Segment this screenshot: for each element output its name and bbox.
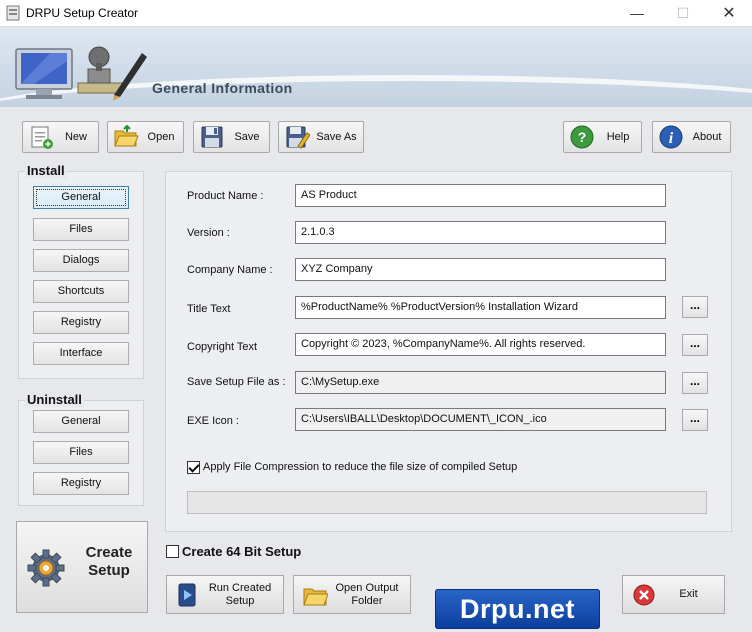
copyright-text-browse-button[interactable]: ... [682, 334, 708, 356]
create-setup-button[interactable]: Create Setup [16, 521, 148, 613]
uninstall-general-button[interactable]: General [33, 410, 129, 433]
help-button-label: Help [606, 131, 630, 143]
create-64bit-label: Create 64 Bit Setup [182, 544, 302, 559]
run-line2: Setup [225, 594, 255, 607]
copyright-text-label: Copyright Text [187, 341, 258, 353]
about-button[interactable]: i About [652, 121, 731, 153]
open-button-label: Open [147, 131, 175, 143]
info-icon: i [659, 125, 683, 149]
save-setup-file-label: Save Setup File as : [187, 376, 286, 388]
about-button-label: About [692, 131, 722, 143]
save-setup-file-browse-button[interactable]: ... [682, 372, 708, 394]
product-name-field[interactable]: AS Product [295, 184, 666, 207]
general-information-form: Product Name : AS Product Version : 2.1.… [165, 171, 732, 532]
help-button[interactable]: ? Help [563, 121, 642, 153]
close-button[interactable]: ✕ [706, 0, 752, 27]
save-as-button[interactable]: Save As [278, 121, 364, 153]
header-banner: General Information [0, 27, 752, 107]
help-question-icon: ? [570, 125, 594, 149]
exit-icon [633, 584, 655, 605]
main-area: New Open Save Save As ? Help i About Gen… [0, 107, 752, 632]
uninstall-registry-button[interactable]: Registry [33, 472, 129, 495]
create-64bit-checkbox[interactable] [166, 545, 179, 558]
title-text-browse-button[interactable]: ... [682, 296, 708, 318]
install-interface-button[interactable]: Interface [33, 342, 129, 365]
company-name-field[interactable]: XYZ Company [295, 258, 666, 281]
compression-checkbox[interactable] [187, 461, 200, 474]
version-label: Version : [187, 227, 230, 239]
product-name-label: Product Name : [187, 190, 264, 202]
exe-icon-label: EXE Icon : [187, 415, 239, 427]
create-setup-line1: Create [85, 544, 133, 561]
create-setup-label: Create Setup [75, 544, 143, 580]
svg-text:i: i [669, 130, 674, 147]
copyright-text-field[interactable]: Copyright © 2023, %CompanyName%. All rig… [295, 333, 666, 356]
progress-bar [187, 491, 707, 514]
title-text-field[interactable]: %ProductName% %ProductVersion% Installat… [295, 296, 666, 319]
run-created-setup-label: Run Created Setup [201, 582, 283, 608]
install-group: General Files Dialogs Shortcuts Registry… [18, 171, 144, 379]
title-text-label: Title Text [187, 303, 231, 315]
install-dialogs-button[interactable]: Dialogs [33, 249, 129, 272]
drpu-logo: Drpu.net [435, 589, 600, 629]
maximize-button[interactable]: ☐ [660, 0, 706, 27]
new-button[interactable]: New [22, 121, 99, 153]
save-as-icon [286, 126, 310, 149]
open-button[interactable]: Open [107, 121, 184, 153]
save-as-button-label: Save As [316, 131, 357, 143]
install-registry-button[interactable]: Registry [33, 311, 129, 334]
page-heading: General Information [152, 80, 293, 96]
version-field[interactable]: 2.1.0.3 [295, 221, 666, 244]
gear-icon [27, 549, 65, 587]
run-created-setup-button[interactable]: Run Created Setup [166, 575, 284, 614]
folder-icon [303, 588, 328, 605]
app-icon [6, 5, 20, 21]
open-output-line1: Open Output [335, 581, 399, 594]
computer-stamp-pen-icon [15, 46, 147, 101]
create-setup-line2: Setup [88, 562, 130, 579]
open-output-folder-label: Open Output Folder [328, 582, 410, 608]
uninstall-files-button[interactable]: Files [33, 441, 129, 464]
uninstall-group: General Files Registry [18, 400, 144, 506]
uninstall-group-title: Uninstall [25, 392, 84, 407]
save-setup-file-field[interactable]: C:\MySetup.exe [295, 371, 666, 394]
open-output-line2: Folder [351, 594, 383, 607]
install-shortcuts-button[interactable]: Shortcuts [33, 280, 129, 303]
exe-icon-field[interactable]: C:\Users\IBALL\Desktop\DOCUMENT\_ICON_.i… [295, 408, 666, 431]
title-bar: DRPU Setup Creator — ☐ ✕ [0, 0, 752, 27]
save-button-label: Save [234, 131, 260, 143]
compression-label: Apply File Compression to reduce the fil… [203, 461, 518, 473]
install-files-button[interactable]: Files [33, 218, 129, 241]
exit-button-label: Exit [679, 588, 698, 600]
new-document-icon [31, 126, 53, 149]
open-output-folder-button[interactable]: Open Output Folder [293, 575, 411, 614]
company-name-label: Company Name : [187, 264, 273, 276]
window-title: DRPU Setup Creator [26, 6, 139, 20]
install-general-button[interactable]: General [33, 186, 129, 209]
minimize-button[interactable]: — [614, 0, 660, 27]
exe-icon-browse-button[interactable]: ... [682, 409, 708, 431]
save-disk-icon [201, 126, 223, 148]
install-group-title: Install [25, 163, 67, 178]
run-setup-icon [178, 583, 196, 606]
open-folder-icon [114, 124, 139, 147]
svg-text:?: ? [578, 129, 587, 145]
run-line1: Run Created [208, 581, 272, 594]
save-button[interactable]: Save [193, 121, 270, 153]
exit-button[interactable]: Exit [622, 575, 725, 614]
new-button-label: New [64, 131, 87, 143]
